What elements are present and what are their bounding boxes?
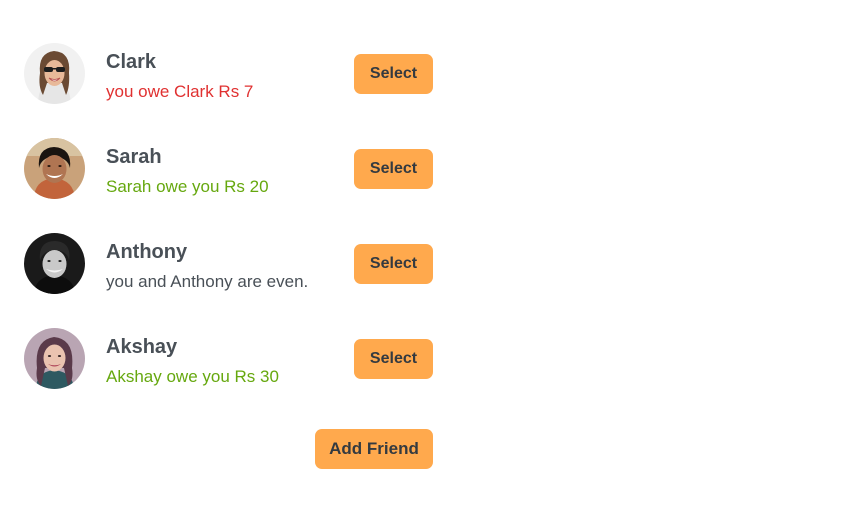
friend-balance: you and Anthony are even. (106, 272, 309, 291)
friend-name: Sarah (106, 146, 162, 168)
friend-row-sarah: Sarah Sarah owe you Rs 20 Select (24, 138, 434, 200)
add-friend-button[interactable]: Add Friend (315, 429, 433, 469)
friend-balance: Akshay owe you Rs 30 (106, 367, 279, 386)
avatar-photo-clark (24, 43, 85, 104)
avatar-photo-anthony (24, 233, 85, 294)
avatar-photo-sarah (24, 138, 85, 199)
avatar-photo-akshay (24, 328, 85, 389)
friend-row-clark: Clark you owe Clark Rs 7 Select (24, 43, 434, 105)
select-button-akshay[interactable]: Select (354, 339, 433, 379)
avatar-anthony (24, 233, 85, 294)
friend-balance: you owe Clark Rs 7 (106, 82, 254, 101)
friend-name: Clark (106, 51, 157, 73)
select-button-sarah[interactable]: Select (354, 149, 433, 189)
select-button-clark[interactable]: Select (354, 54, 433, 94)
friend-balance: Sarah owe you Rs 20 (106, 177, 269, 196)
avatar-clark (24, 43, 85, 104)
avatar-sarah (24, 138, 85, 199)
friend-row-akshay: Akshay Akshay owe you Rs 30 Select (24, 328, 434, 390)
friend-name: Anthony (106, 241, 188, 263)
friend-row-anthony: Anthony you and Anthony are even. Select (24, 233, 434, 295)
select-button-anthony[interactable]: Select (354, 244, 433, 284)
friends-panel: Clark you owe Clark Rs 7 Select Sarah Sa… (0, 0, 862, 527)
friend-name: Akshay (106, 336, 178, 358)
avatar-akshay (24, 328, 85, 389)
